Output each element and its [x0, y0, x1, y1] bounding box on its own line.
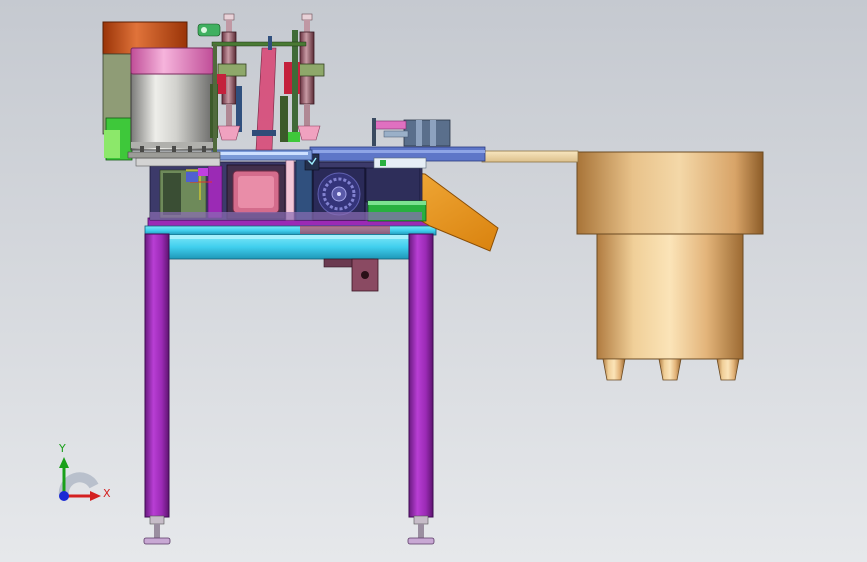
- table-top: [144, 217, 437, 260]
- pneumatic-pusher[interactable]: [372, 118, 451, 147]
- coordinate-triad: [58, 457, 101, 501]
- feeder-bowl-upper: [576, 151, 764, 235]
- under-table-bracket: [323, 258, 379, 292]
- cad-viewport[interactable]: Y X: [0, 0, 867, 562]
- left-leg: [144, 233, 170, 518]
- leveling-feet: [143, 515, 435, 545]
- assembly-model[interactable]: [0, 0, 867, 562]
- triad-x-label: X: [103, 487, 111, 500]
- feeder-bowl-lower: [596, 233, 744, 360]
- vibration-bowl[interactable]: [127, 47, 221, 159]
- feeder-bowl[interactable]: [576, 151, 764, 381]
- press-station-right[interactable]: [280, 13, 325, 142]
- right-leg: [408, 233, 434, 518]
- linear-feed-rail[interactable]: [309, 146, 579, 163]
- feeder-bowl-feet: [602, 358, 740, 381]
- frame-legs: [143, 233, 435, 545]
- triad-y-label: Y: [59, 442, 66, 455]
